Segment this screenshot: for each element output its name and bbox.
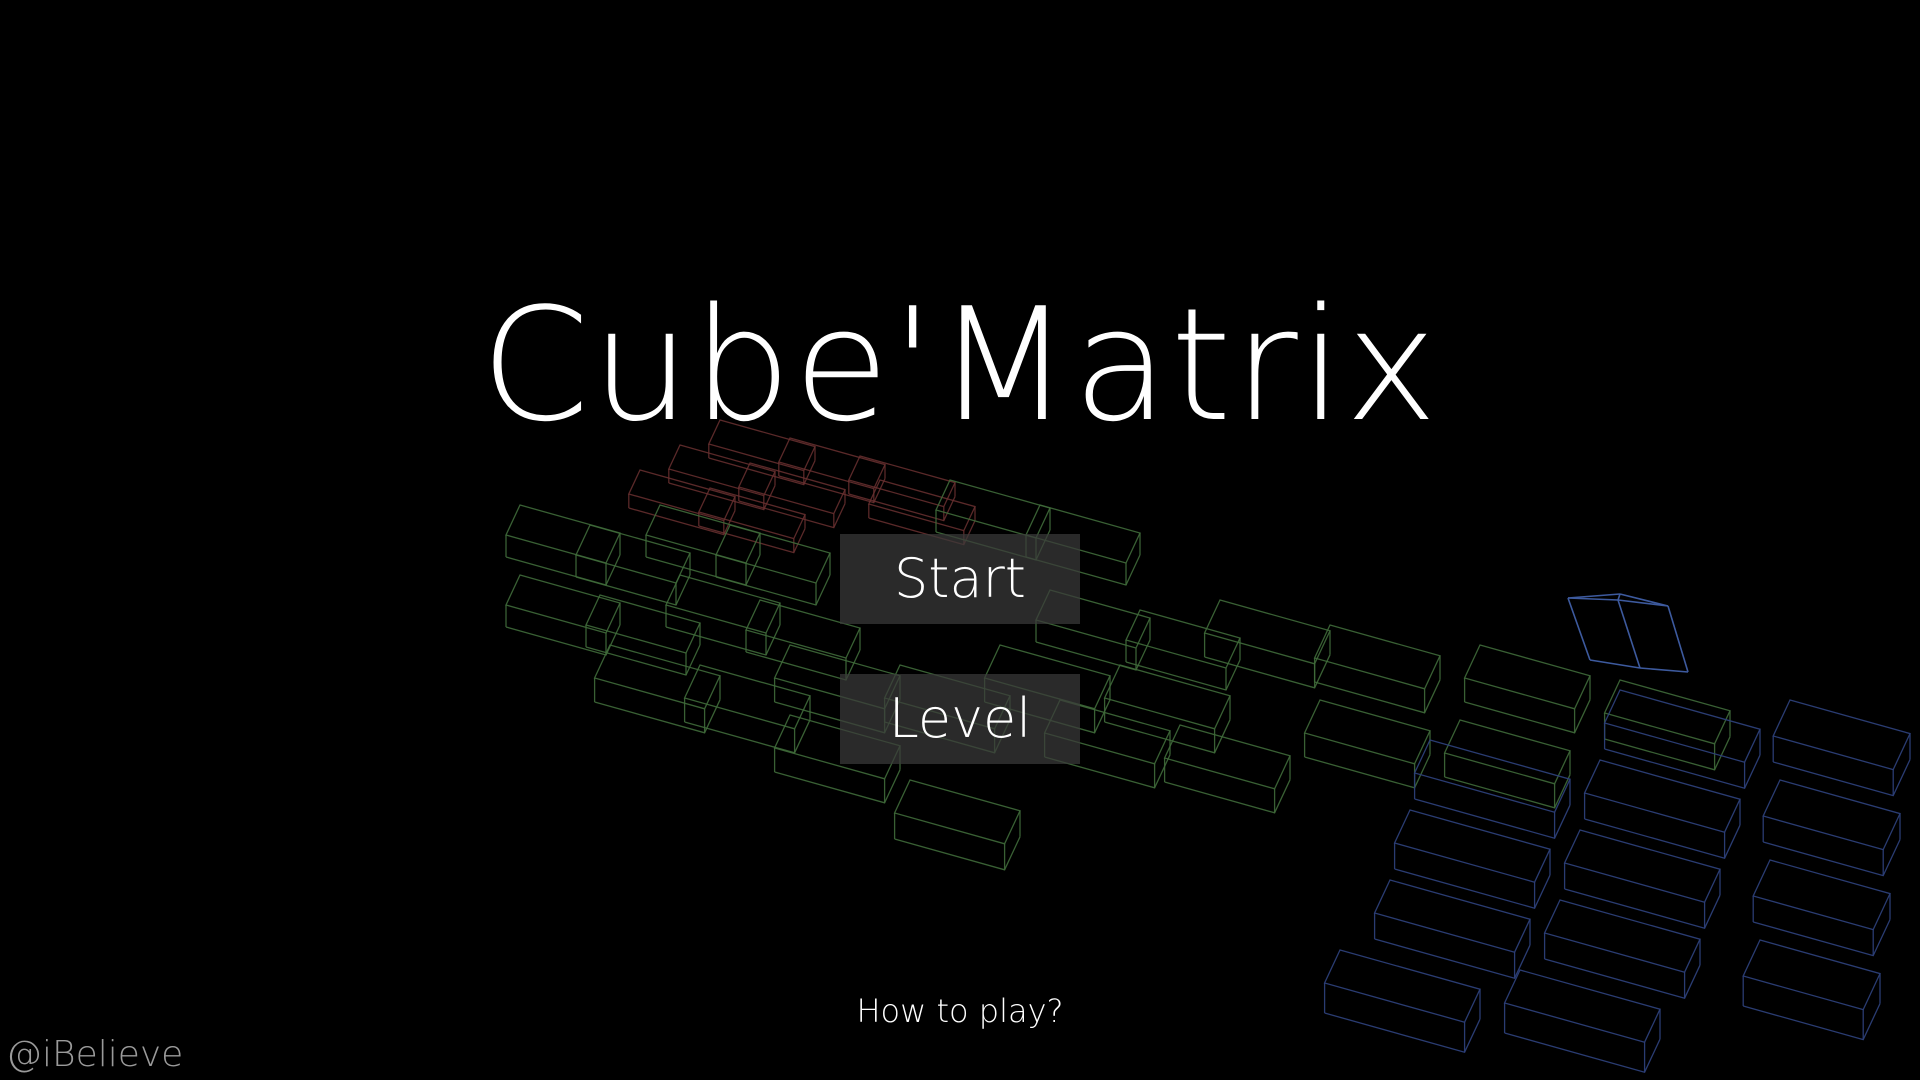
- wireframe-tile: [505, 504, 621, 586]
- wireframe-tile: [1463, 644, 1591, 734]
- wireframe-tile: [1163, 724, 1291, 814]
- wireframe-tile: [1303, 699, 1431, 789]
- game-main-menu-screen: Cube'Matrix Start Level How to play? @iB…: [0, 0, 1920, 1080]
- wireframe-tile: [585, 594, 701, 676]
- wireframe-tile: [1373, 879, 1531, 979]
- wireframe-tile: [1393, 809, 1551, 909]
- how-to-play-link[interactable]: How to play?: [0, 990, 1920, 1032]
- standing-cube: [1567, 593, 1689, 673]
- wireframe-tile: [1603, 689, 1761, 789]
- wireframe-tile: [715, 524, 831, 606]
- wireframe-tile: [1762, 779, 1901, 877]
- wireframe-tile: [1203, 599, 1331, 689]
- author-watermark: @iBelieve: [6, 1034, 184, 1075]
- start-button[interactable]: Start: [840, 534, 1080, 624]
- wireframe-tile: [1563, 829, 1721, 929]
- wireframe-tile: [505, 574, 621, 656]
- wireframe-tile: [593, 644, 721, 734]
- wireframe-tile: [1103, 664, 1231, 754]
- wireframe-tile: [627, 469, 736, 536]
- wireframe-tile: [1313, 624, 1441, 714]
- wireframe-tile: [737, 462, 846, 529]
- wireframe-tile: [1603, 679, 1731, 771]
- wireframe-tile: [1443, 719, 1571, 809]
- wireframe-tile: [1413, 739, 1571, 839]
- wireframe-tile: [1125, 609, 1241, 691]
- game-title: Cube'Matrix: [480, 274, 1440, 456]
- wireframe-tile: [1752, 859, 1891, 957]
- level-button[interactable]: Level: [840, 674, 1080, 764]
- wireframe-tile: [665, 574, 781, 656]
- wireframe-tile: [1583, 759, 1741, 859]
- wireframe-tile: [1772, 699, 1911, 797]
- wireframe-tile: [893, 779, 1021, 871]
